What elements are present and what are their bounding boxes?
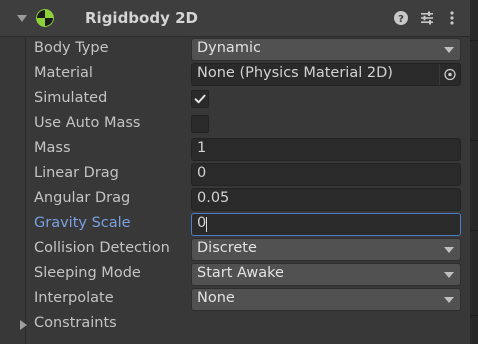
use-auto-mass-label: Use Auto Mass xyxy=(34,115,141,131)
mass-value: 1 xyxy=(197,140,207,156)
row-linear-drag: Linear Drag 0 xyxy=(0,162,470,187)
angular-drag-field[interactable]: 0.05 xyxy=(191,188,461,211)
row-body-type: Body Type Dynamic xyxy=(0,37,470,62)
scrollbar-notch xyxy=(470,140,478,141)
inspector-panel: Rigidbody 2D ? Body Type Dynamic Materia… xyxy=(0,0,470,344)
svg-text:?: ? xyxy=(398,14,404,25)
body-type-label: Body Type xyxy=(34,40,109,56)
more-menu-icon[interactable] xyxy=(444,10,460,26)
linear-drag-value: 0 xyxy=(197,165,207,181)
scrollbar-notch xyxy=(470,315,478,316)
mass-label[interactable]: Mass xyxy=(34,140,71,156)
foldout-collapsed-icon[interactable] xyxy=(20,320,27,330)
foldout-expanded-icon[interactable] xyxy=(17,15,27,22)
simulated-checkbox[interactable] xyxy=(191,90,209,108)
material-value: None (Physics Material 2D) xyxy=(197,65,393,81)
chevron-down-icon xyxy=(444,247,454,253)
row-collision-detection: Collision Detection Discrete xyxy=(0,237,470,262)
row-use-auto-mass: Use Auto Mass xyxy=(0,112,470,137)
gravity-scale-value: 0 xyxy=(197,215,207,231)
row-material: Material None (Physics Material 2D) xyxy=(0,62,470,87)
chevron-down-icon xyxy=(444,272,454,278)
collision-detection-value: Discrete xyxy=(197,240,257,256)
row-gravity-scale: Gravity Scale 0 xyxy=(0,212,470,237)
row-simulated: Simulated xyxy=(0,87,470,112)
body-type-dropdown[interactable]: Dynamic xyxy=(191,38,461,61)
component-header[interactable]: Rigidbody 2D ? xyxy=(0,0,470,37)
body-type-value: Dynamic xyxy=(197,40,261,56)
gravity-scale-field[interactable]: 0 xyxy=(191,213,461,236)
sleeping-mode-value: Start Awake xyxy=(197,265,284,281)
interpolate-label: Interpolate xyxy=(34,290,114,306)
angular-drag-label[interactable]: Angular Drag xyxy=(34,190,130,206)
object-picker-icon[interactable] xyxy=(439,64,460,85)
constraints-foldout[interactable]: Constraints xyxy=(0,312,470,337)
linear-drag-label[interactable]: Linear Drag xyxy=(34,165,119,181)
gravity-scale-label[interactable]: Gravity Scale xyxy=(34,215,131,231)
collision-detection-dropdown[interactable]: Discrete xyxy=(191,238,461,261)
linear-drag-field[interactable]: 0 xyxy=(191,163,461,186)
scrollbar-notch xyxy=(470,230,478,231)
chevron-down-icon xyxy=(444,47,454,53)
chevron-down-icon xyxy=(444,297,454,303)
help-icon[interactable]: ? xyxy=(393,10,409,26)
component-title: Rigidbody 2D xyxy=(85,9,198,27)
angular-drag-value: 0.05 xyxy=(197,190,230,206)
mass-field[interactable]: 1 xyxy=(191,138,461,161)
rigidbody2d-component-icon xyxy=(36,9,54,27)
row-sleeping-mode: Sleeping Mode Start Awake xyxy=(0,262,470,287)
preset-icon[interactable] xyxy=(419,10,435,26)
constraints-label[interactable]: Constraints xyxy=(34,315,117,331)
row-angular-drag: Angular Drag 0.05 xyxy=(0,187,470,212)
row-interpolate: Interpolate None xyxy=(0,287,470,312)
sleeping-mode-dropdown[interactable]: Start Awake xyxy=(191,263,461,286)
use-auto-mass-checkbox[interactable] xyxy=(191,115,209,133)
collision-detection-label: Collision Detection xyxy=(34,240,170,256)
sleeping-mode-label: Sleeping Mode xyxy=(34,265,141,281)
text-caret xyxy=(206,217,207,232)
row-mass: Mass 1 xyxy=(0,137,470,162)
material-label: Material xyxy=(34,65,93,81)
checkmark-icon xyxy=(194,94,206,104)
material-object-field[interactable]: None (Physics Material 2D) xyxy=(191,63,461,86)
interpolate-dropdown[interactable]: None xyxy=(191,288,461,311)
interpolate-value: None xyxy=(197,290,235,306)
scrollbar-track[interactable] xyxy=(470,0,478,344)
simulated-label: Simulated xyxy=(34,90,108,106)
scrollbar-notch xyxy=(470,40,478,41)
